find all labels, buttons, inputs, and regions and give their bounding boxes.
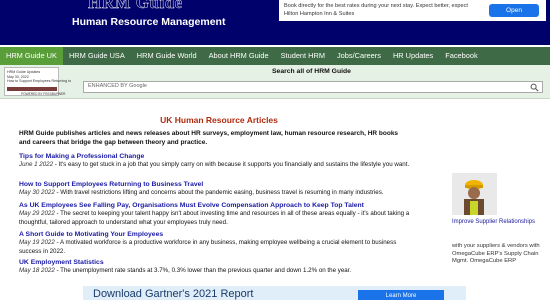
top-ad-open-button[interactable]: Open	[489, 4, 539, 17]
article-desc: May 18 2022 - The unemployment rate stan…	[19, 267, 419, 276]
article-date: May 18 2022	[19, 267, 55, 274]
ad-worker-image[interactable]	[452, 173, 497, 215]
thumbnail-headline: How to Support Employees Returning to	[7, 79, 72, 83]
article-summary: - The secret to keeping your talent happ…	[19, 210, 410, 226]
article-item: How to Support Employees Returning to Bu…	[19, 180, 419, 198]
article-desc: June 1 2022 - It's easy to get stuck in …	[19, 161, 419, 170]
article-title-link[interactable]: Tips for Making a Professional Change	[19, 152, 419, 161]
learn-more-button[interactable]: Learn More	[358, 290, 444, 300]
article-title-link[interactable]: UK Employment Statistics	[19, 258, 419, 267]
feed-updates-thumbnail[interactable]: HRM Guide Updates May 30, 2022 How to Su…	[4, 67, 71, 96]
site-header: HRM Guide Human Resource Management Book…	[0, 0, 550, 45]
bottom-ad-text: Download Gartner's 2021 Report	[93, 288, 254, 300]
top-ad-text: Book directly for the best rates during …	[284, 3, 468, 17]
page-title: UK Human Resource Articles	[160, 115, 278, 125]
search-title: Search all of HRM Guide	[272, 68, 351, 75]
nav-item-facebook[interactable]: Facebook	[439, 47, 483, 65]
search-placeholder: ENHANCED BY Google	[88, 83, 147, 89]
article-desc: May 30 2022 - With travel restrictions l…	[19, 189, 419, 198]
nav-item-hrm-guide-usa[interactable]: HRM Guide USA	[63, 47, 131, 65]
article-title-link[interactable]: A Short Guide to Motivating Your Employe…	[19, 230, 419, 239]
article-title-link[interactable]: As UK Employees See Falling Pay, Organis…	[19, 201, 419, 210]
article-desc: May 19 2022 - A motivated workforce is a…	[19, 239, 419, 256]
article-date: June 1 2022	[19, 161, 54, 168]
article-item: As UK Employees See Falling Pay, Organis…	[19, 201, 419, 227]
nav-item-about[interactable]: About HRM Guide	[203, 47, 275, 65]
nav-item-jobs-careers[interactable]: Jobs/Careers	[331, 47, 387, 65]
article-date: May 19 2022	[19, 239, 55, 246]
side-ad-link[interactable]: Improve Supplier Relationships	[452, 218, 547, 226]
side-ad-desc: with your suppliers & vendors with Omega…	[452, 243, 540, 264]
article-title-link[interactable]: How to Support Employees Returning to Bu…	[19, 180, 419, 189]
thumbnail-bar	[7, 87, 57, 91]
article-item: UK Employment Statistics May 18 2022 - T…	[19, 258, 419, 276]
search-icon[interactable]	[530, 83, 539, 92]
article-summary: - A motivated workforce is a productive …	[19, 239, 397, 255]
search-band: HRM Guide Updates May 30, 2022 How to Su…	[0, 65, 550, 99]
article-summary: - With travel restrictions lifting and c…	[54, 189, 384, 196]
nav-item-student-hrm[interactable]: Student HRM	[275, 47, 331, 65]
top-ad-banner[interactable]: Book directly for the best rates during …	[279, 0, 546, 21]
thumbnail-title: HRM Guide Updates	[7, 70, 41, 74]
sidebar-ad[interactable]: Improve Supplier Relationships with your…	[450, 115, 547, 300]
bottom-ad-banner[interactable]: Download Gartner's 2021 Report Learn Mor…	[83, 286, 466, 300]
article-item: Tips for Making a Professional Change Ju…	[19, 152, 419, 170]
thumbnail-footer: POWERED BY FEEDBURNER	[21, 92, 66, 96]
article-date: May 29 2022	[19, 210, 55, 217]
main-nav: HRM Guide UK HRM Guide USA HRM Guide Wor…	[0, 47, 550, 65]
article-item: A Short Guide to Motivating Your Employe…	[19, 230, 419, 256]
article-summary: - It's easy to get stuck in a job that y…	[53, 161, 410, 168]
site-logo-title[interactable]: HRM Guide	[88, 0, 183, 13]
intro-text: HRM Guide publishes articles and news re…	[19, 130, 399, 146]
site-subtitle: Human Resource Management	[72, 16, 226, 28]
search-input[interactable]: ENHANCED BY Google	[83, 81, 543, 93]
article-summary: - The unemployment rate stands at 3.7%, …	[54, 267, 352, 274]
article-date: May 30 2022	[19, 189, 55, 196]
nav-item-hrm-guide-uk[interactable]: HRM Guide UK	[0, 47, 63, 65]
nav-item-hr-updates[interactable]: HR Updates	[387, 47, 439, 65]
article-desc: May 29 2022 - The secret to keeping your…	[19, 210, 419, 227]
nav-item-hrm-guide-world[interactable]: HRM Guide World	[131, 47, 203, 65]
